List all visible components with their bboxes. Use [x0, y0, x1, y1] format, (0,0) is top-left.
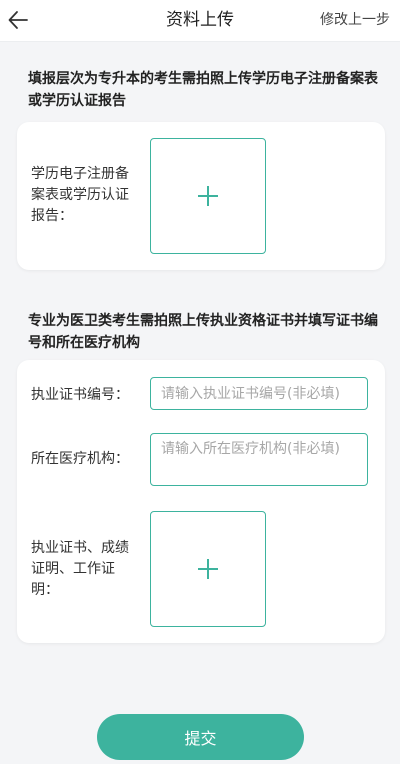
- plus-icon: [198, 559, 218, 579]
- institution-label: 所在医疗机构：: [31, 451, 129, 467]
- education-report-upload[interactable]: [150, 138, 266, 254]
- education-card: 学历电子注册备案表或学历认证报告：: [17, 122, 385, 270]
- cert-no-input[interactable]: [150, 377, 368, 410]
- cert-upload-label: 执业证书、成绩证明、工作证明：: [31, 540, 129, 598]
- education-report-label: 学历电子注册备案表或学历认证报告：: [31, 166, 129, 224]
- section1-description: 填报层次为专升本的考生需拍照上传学历电子注册备案表或学历认证报告: [28, 71, 378, 109]
- plus-icon: [198, 186, 218, 206]
- institution-input[interactable]: [150, 433, 368, 486]
- edit-previous-step-link[interactable]: 修改上一步: [320, 0, 390, 40]
- cert-no-label: 执业证书编号：: [31, 387, 129, 403]
- medical-card: 执业证书编号： 所在医疗机构： 执业证书、成绩证明、工作证明：: [17, 360, 385, 643]
- section2-description: 专业为医卫类考生需拍照上传执业资格证书并填写证书编号和所在医疗机构: [28, 313, 378, 351]
- submit-button[interactable]: 提交: [97, 714, 304, 760]
- cert-upload[interactable]: [150, 511, 266, 627]
- top-nav-bar: 资料上传 修改上一步: [0, 0, 400, 42]
